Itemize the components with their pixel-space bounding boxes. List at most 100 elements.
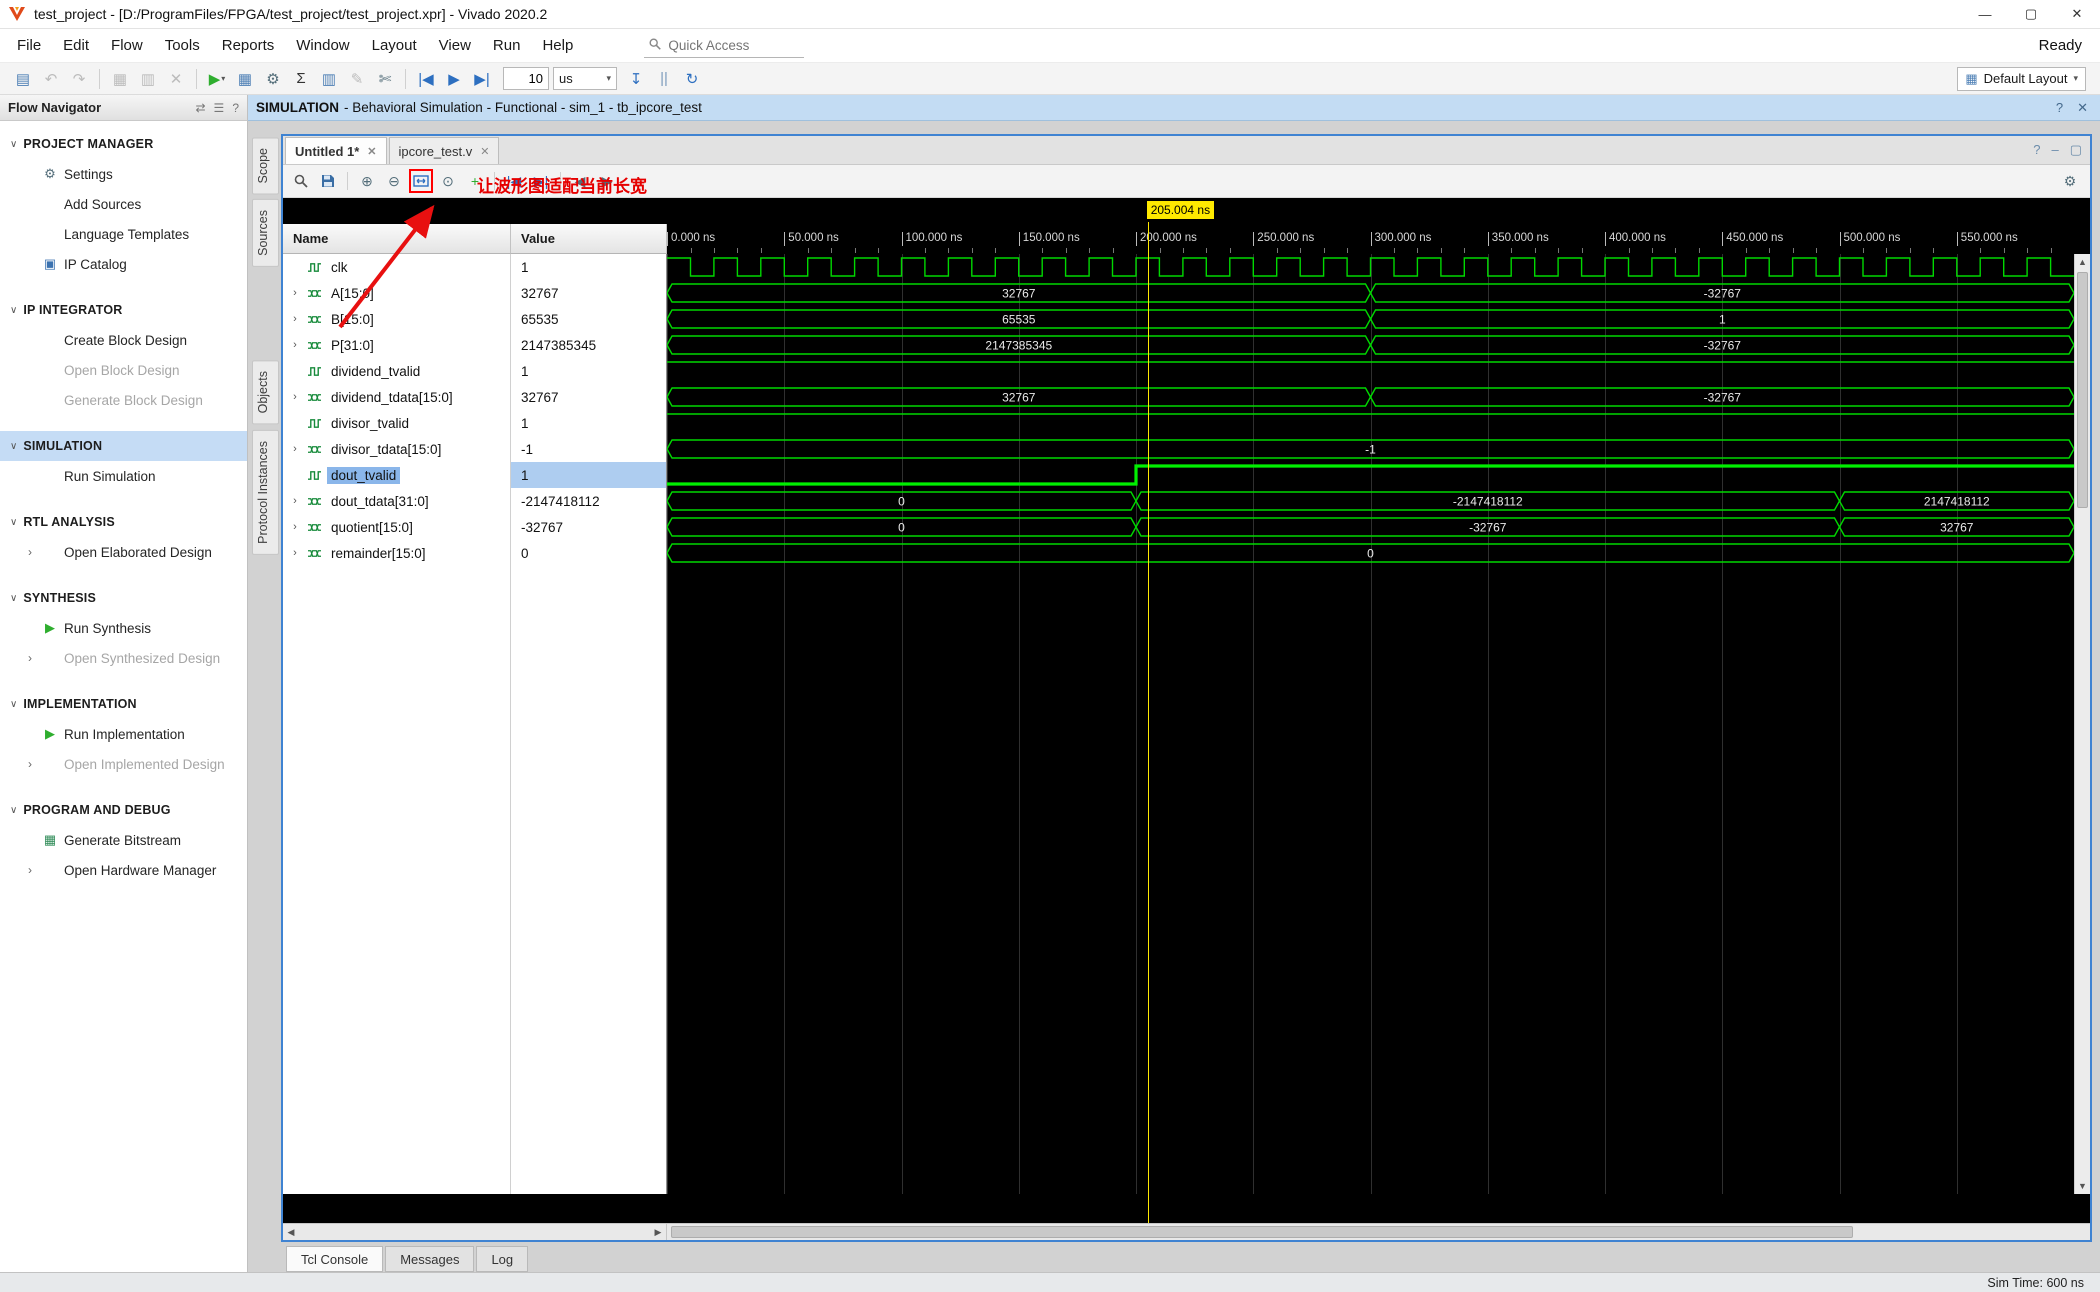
nav-item-open-elaborated-design[interactable]: › Open Elaborated Design [0,537,247,567]
redo-icon[interactable]: ↷ [66,66,92,92]
dashboard-icon[interactable]: ▦ [232,66,258,92]
signal-name-row-remainder-15-0[interactable]: › remainder[15:0] [283,540,510,566]
edit-icon[interactable]: ✎ [344,66,370,92]
signal-name-row-dout-tvalid[interactable]: dout_tvalid [283,462,510,488]
wave-row-remainder-15-0[interactable]: 0 [667,543,2074,563]
menu-help[interactable]: Help [531,29,584,63]
scroll-left-icon[interactable]: ◀ [283,1224,299,1240]
wave-row-dout-tdata-31-0[interactable]: 0 -2147418112 2147418112 [667,491,2074,511]
copy-icon[interactable]: ▦ [107,66,133,92]
close-simulation-icon[interactable]: ✕ [2077,100,2088,116]
save-waveform-icon[interactable] [316,169,340,193]
menu-edit[interactable]: Edit [52,29,100,63]
maximize-button[interactable]: ▢ [2008,0,2054,28]
minimize-panel-icon[interactable]: ‒ [2051,142,2058,158]
signal-name-row-quotient-15-0[interactable]: › quotient[15:0] [283,514,510,540]
expand-icon[interactable]: › [289,339,301,351]
nav-item-add-sources[interactable]: Add Sources [0,189,247,219]
zoom-out-icon[interactable]: ⊖ [382,169,406,193]
nav-section-program-and-debug[interactable]: ∨ PROGRAM AND DEBUG [0,795,247,825]
value-column-header[interactable]: Value [511,224,667,254]
wave-row-p-31-0[interactable]: 2147385345 -32767 [667,335,2074,355]
signal-name-row-divisor-tvalid[interactable]: divisor_tvalid [283,410,510,436]
run-for-time-icon[interactable]: ▶| [469,66,495,92]
nav-section-simulation[interactable]: ∨ SIMULATION [0,431,247,461]
paste-icon[interactable]: ▥ [135,66,161,92]
nav-item-settings[interactable]: ⚙ Settings [0,159,247,189]
nav-item-generate-block-design[interactable]: Generate Block Design [0,385,247,415]
wave-row-a-15-0[interactable]: 32767 -32767 [667,283,2074,303]
vertical-scroll-thumb[interactable] [2077,272,2088,508]
help-icon[interactable]: ? [2056,100,2063,116]
zoom-to-cursor-icon[interactable]: ⊙ [436,169,460,193]
wave-row-b-15-0[interactable]: 65535 1 [667,309,2074,329]
side-tab-objects[interactable]: Objects [252,360,279,425]
relaunch-icon[interactable]: ↻ [679,66,705,92]
cursor-time-label[interactable]: 205.004 ns [1146,201,1215,219]
signal-name-row-b-15-0[interactable]: › B[15:0] [283,306,510,332]
delete-icon[interactable]: ✕ [163,66,189,92]
nav-item-ip-catalog[interactable]: ▣ IP Catalog [0,249,247,279]
report-icon[interactable]: ▥ [316,66,342,92]
minimize-button[interactable]: — [1962,0,2008,28]
expand-icon[interactable]: › [289,443,301,455]
signal-name-row-dout-tdata-31-0[interactable]: › dout_tdata[31:0] [283,488,510,514]
close-tab-icon[interactable]: ✕ [367,145,376,158]
scroll-down-icon[interactable]: ▼ [2075,1178,2090,1194]
menu-layout[interactable]: Layout [361,29,428,63]
settings-gear-icon[interactable]: ⚙ [260,66,286,92]
side-tab-sources[interactable]: Sources [252,199,279,268]
side-tab-protocol-instances[interactable]: Protocol Instances [252,429,279,555]
run-time-input[interactable] [503,67,549,90]
tab-ipcore-test-v[interactable]: ipcore_test.v ✕ [388,137,500,164]
timeline-ruler[interactable]: 0.000 ns 50.000 ns 100.000 ns 150.000 ns 200… [667,224,2074,254]
run-all-icon[interactable]: ▶ [441,66,467,92]
find-icon[interactable] [289,169,313,193]
nav-section-implementation[interactable]: ∨ IMPLEMENTATION [0,689,247,719]
pause-icon[interactable]: || [651,66,677,92]
bottom-tab-messages[interactable]: Messages [385,1246,475,1272]
horizontal-scroll-thumb[interactable] [671,1226,1853,1238]
nav-item-open-implemented-design[interactable]: › Open Implemented Design [0,749,247,779]
signal-name-row-p-31-0[interactable]: › P[31:0] [283,332,510,358]
name-column-scrollbar[interactable]: ◀ ▶ [283,1224,667,1240]
wave-row-divisor-tdata-15-0[interactable]: -1 [667,439,2074,459]
close-tab-icon[interactable]: ✕ [480,145,489,158]
menu-reports[interactable]: Reports [211,29,286,63]
signal-name-row-dividend-tvalid[interactable]: dividend_tvalid [283,358,510,384]
menu-file[interactable]: File [6,29,52,63]
nav-section-project-manager[interactable]: ∨ PROJECT MANAGER [0,129,247,159]
help-icon[interactable]: ? [2033,142,2040,158]
float-panel-icon[interactable]: ▢ [2070,142,2082,158]
tab-untitled-1[interactable]: Untitled 1* ✕ [285,137,387,164]
nav-item-language-templates[interactable]: Language Templates [0,219,247,249]
nav-item-open-block-design[interactable]: Open Block Design [0,355,247,385]
step-icon[interactable]: ↧ [623,66,649,92]
close-button[interactable]: ✕ [2054,0,2100,28]
signal-name-row-clk[interactable]: clk [283,254,510,280]
scroll-up-icon[interactable]: ▲ [2075,254,2090,270]
signal-name-row-divisor-tdata-15-0[interactable]: › divisor_tdata[15:0] [283,436,510,462]
expand-icon[interactable]: › [289,521,301,533]
open-file-icon[interactable]: ▤ [10,66,36,92]
wave-row-quotient-15-0[interactable]: 0 -32767 32767 [667,517,2074,537]
wave-row-clk[interactable] [667,257,2074,277]
nav-item-run-synthesis[interactable]: ▶ Run Synthesis [0,613,247,643]
waveform-area[interactable]: 32767 -32767 65535 1 2147385345 -32767 32767 -3… [667,254,2074,1194]
scroll-right-icon[interactable]: ▶ [650,1224,666,1240]
dock-toggle-icon[interactable]: ⇄ [195,101,205,115]
sum-icon[interactable]: Σ [288,66,314,92]
probe-icon[interactable]: ✄ [372,66,398,92]
expand-icon[interactable]: › [289,313,301,325]
nav-section-ip-integrator[interactable]: ∨ IP INTEGRATOR [0,295,247,325]
bottom-tab-tcl-console[interactable]: Tcl Console [286,1246,384,1272]
bottom-tab-log[interactable]: Log [476,1246,529,1272]
menu-icon[interactable]: ☰ [214,101,225,115]
nav-item-create-block-design[interactable]: Create Block Design [0,325,247,355]
nav-section-synthesis[interactable]: ∨ SYNTHESIS [0,583,247,613]
menu-flow[interactable]: Flow [100,29,154,63]
vertical-scrollbar[interactable]: ▲ ▼ [2074,254,2090,1194]
menu-window[interactable]: Window [285,29,360,63]
menu-tools[interactable]: Tools [154,29,211,63]
zoom-fit-icon[interactable] [409,169,433,193]
